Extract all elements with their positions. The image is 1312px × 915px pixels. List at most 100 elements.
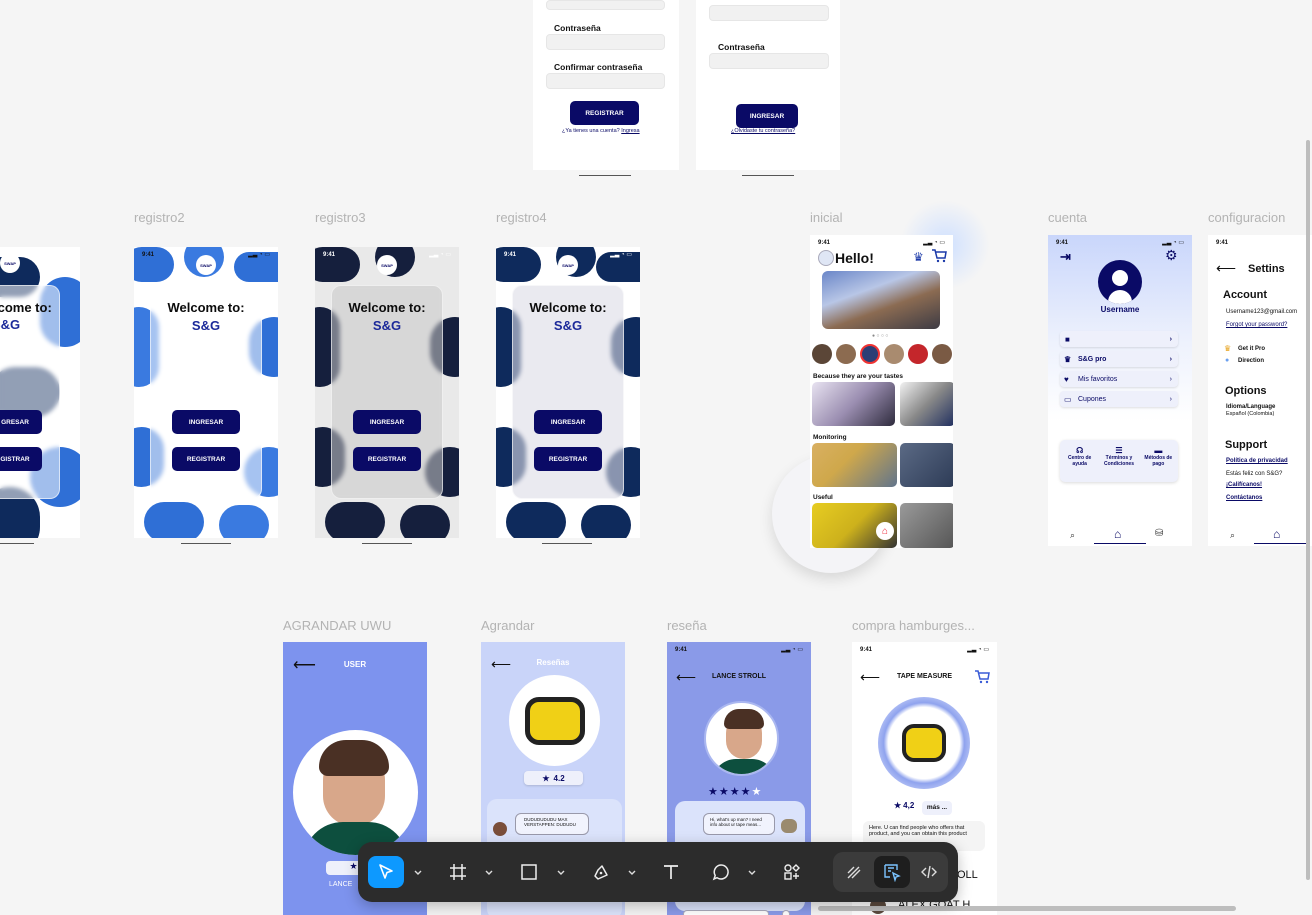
banner-image[interactable] (822, 271, 940, 329)
frame-label-cuenta[interactable]: cuenta (1048, 210, 1087, 225)
get-pro-link[interactable]: Get it Pro (1238, 346, 1265, 352)
move-tool[interactable] (368, 856, 404, 888)
cart-icon[interactable] (974, 670, 990, 684)
seller-name-1[interactable]: OLL (957, 869, 978, 881)
text-tool[interactable] (653, 856, 689, 888)
frame-label-registro3[interactable]: registro3 (315, 210, 366, 225)
avatar[interactable] (818, 250, 834, 266)
register-button[interactable]: REGISTRAR (172, 447, 240, 471)
vertical-scrollbar[interactable] (1306, 140, 1310, 880)
help-center-button[interactable]: ☊ Centro de ayuda (1062, 446, 1098, 482)
cart-icon[interactable] (931, 249, 947, 263)
frame-label-resena[interactable]: reseña (667, 618, 707, 633)
frame-label-agrandar-uwu[interactable]: AGRANDAR UWU (283, 618, 391, 633)
login-button[interactable]: INGRESAR (353, 410, 421, 434)
crown-icon[interactable]: ♛ (913, 250, 924, 264)
configuracion-frame: 9:41 ⟵ Settins Account Username123@gmail… (1208, 235, 1312, 546)
register-button[interactable]: REGISTRAR (570, 101, 639, 125)
useful-card-2[interactable] (900, 503, 953, 548)
register-button[interactable]: REGISTRAR (534, 447, 602, 471)
frame-label-compra[interactable]: compra hamburges... (852, 618, 975, 633)
password-field[interactable] (546, 34, 665, 50)
login-button[interactable]: INGRESAR (172, 410, 240, 434)
chevron-down-icon[interactable] (556, 868, 566, 878)
payment-methods-button[interactable]: ▬ Métodos de pago (1140, 446, 1176, 482)
password-field[interactable] (709, 53, 829, 69)
chevron-down-icon[interactable] (413, 868, 423, 878)
message-input[interactable] (683, 910, 769, 915)
shape-tool[interactable] (511, 856, 547, 888)
taste-card-2[interactable] (900, 382, 953, 426)
taste-card-1[interactable] (812, 382, 895, 426)
status-icons: ▂▃ ◔ ▭ (610, 252, 632, 258)
draw-mode[interactable] (836, 856, 872, 888)
menu-item-bag[interactable]: ■ › (1060, 331, 1178, 347)
more-link[interactable]: más ... (922, 801, 952, 815)
privacy-link[interactable]: Política de privacidad (1226, 458, 1288, 464)
section-useful: Useful (813, 494, 833, 501)
actions-tool[interactable] (774, 856, 810, 888)
star-rating[interactable]: ★★★★★ (708, 785, 762, 798)
forgot-password-link[interactable]: Forgot your password? (1226, 322, 1287, 328)
register-button[interactable]: REGISTRAR (353, 447, 421, 471)
rate-link[interactable]: ¡Califícanos! (1226, 482, 1262, 488)
card-icon: ▬ (1154, 446, 1163, 455)
chevron-right-icon: › (1169, 375, 1172, 383)
search-icon[interactable]: ⌕ (1070, 530, 1075, 541)
frame-label-registro2[interactable]: registro2 (134, 210, 185, 225)
chevron-down-icon[interactable] (627, 868, 637, 878)
frame-label-inicial[interactable]: inicial (810, 210, 843, 225)
login-button[interactable]: GRESAR (0, 410, 42, 434)
username: Username (1100, 305, 1140, 314)
profile-title: LANCE STROLL (711, 673, 767, 680)
search-icon[interactable]: ⌕ (1230, 530, 1235, 541)
profile-photo (293, 730, 418, 855)
bag-nav-icon[interactable]: ⛁ (1155, 528, 1163, 539)
carousel-dots: ● ○ ○ ○ (872, 333, 889, 339)
status-time: 9:41 (504, 252, 517, 258)
monitoring-card-1[interactable] (812, 443, 897, 487)
frame-label-registro4[interactable]: registro4 (496, 210, 547, 225)
email-field[interactable] (546, 0, 665, 10)
forgot-password-link[interactable]: ¿Olvidaste tu contraseña? (731, 128, 795, 134)
home-nav-icon[interactable]: ⌂ (876, 522, 894, 540)
status-icons: ▂▃ ◔ ▭ (967, 647, 989, 653)
language-value[interactable]: Español (Colombia) (1226, 411, 1274, 417)
monitoring-card-2[interactable] (900, 443, 953, 487)
logout-icon[interactable]: ⇥ (1060, 249, 1071, 265)
registro4-frame: 9:41 ▂▃ ◔ ▭ SWAP Welcome to: S&G INGRESA… (496, 247, 640, 538)
direction-link[interactable]: Direction (1238, 358, 1264, 364)
pen-tool[interactable] (583, 856, 619, 888)
comment-tool[interactable] (703, 856, 739, 888)
login-link[interactable]: Ingresa (621, 128, 639, 134)
terms-button[interactable]: ☰ Términos y Condiciones (1101, 446, 1137, 482)
gear-icon[interactable]: ⚙ (1165, 247, 1178, 264)
design-mode[interactable] (874, 856, 910, 888)
home-icon[interactable]: ⌂ (1273, 527, 1280, 541)
confirm-password-field[interactable] (546, 73, 665, 89)
avatar (493, 822, 507, 836)
status-icons: ▂▃ ◔ ▭ (781, 647, 803, 653)
status-icons: ▂▃ ◔ ▭ (923, 240, 945, 246)
frame-label-agrandar[interactable]: Agrandar (481, 618, 534, 633)
coupon-icon: ▭ (1064, 394, 1072, 404)
menu-item-coupons[interactable]: ▭ Cupones › (1060, 391, 1178, 407)
frame-label-configuracion[interactable]: configuracion (1208, 210, 1285, 225)
register-button[interactable]: GISTRAR (0, 447, 42, 471)
menu-item-favorites[interactable]: ♥ Mis favoritos › (1060, 371, 1178, 387)
horizontal-scrollbar[interactable] (818, 906, 1236, 911)
menu-item-sg-pro[interactable]: ♛ S&G pro › (1060, 351, 1178, 367)
dev-mode[interactable] (911, 856, 947, 888)
login-button[interactable]: INGRESAR (534, 410, 602, 434)
home-icon[interactable]: ⌂ (1114, 527, 1121, 541)
chevron-down-icon[interactable] (484, 868, 494, 878)
frame-tool[interactable] (440, 856, 476, 888)
email-field[interactable] (709, 5, 829, 21)
contact-link[interactable]: Contáctanos (1226, 495, 1262, 501)
login-button[interactable]: INGRESAR (736, 104, 798, 128)
chevron-down-icon[interactable] (747, 868, 757, 878)
status-time: 9:41 (675, 647, 688, 653)
back-arrow-icon[interactable]: ⟵ (1216, 260, 1236, 277)
confirm-password-label: Confirmar contraseña (554, 62, 643, 72)
product-photo (878, 697, 970, 789)
